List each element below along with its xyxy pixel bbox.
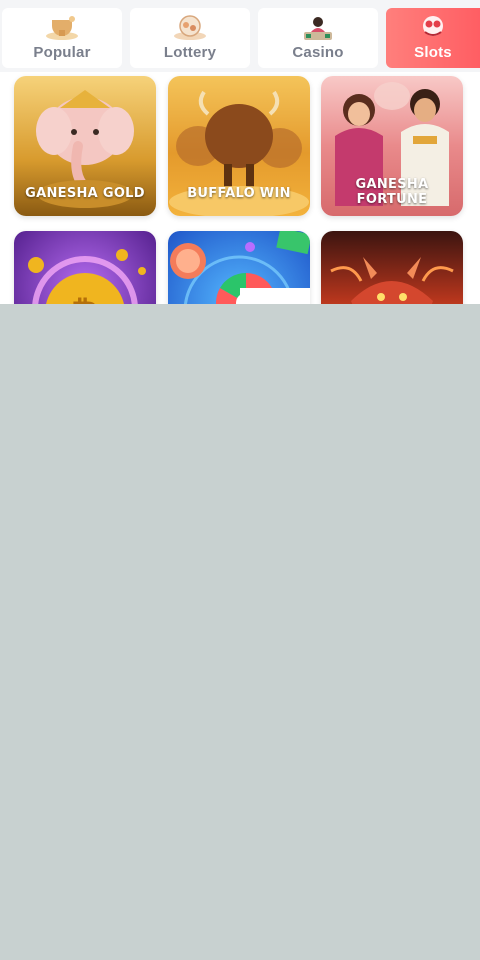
game-title-ganesha-gold: GANESHA GOLD bbox=[25, 186, 145, 201]
trophy-icon bbox=[46, 16, 78, 40]
overlay-fragment bbox=[240, 288, 310, 304]
tab-lottery[interactable]: Lottery bbox=[130, 8, 250, 68]
game-card-crypto-gold[interactable]: ₿ bbox=[14, 231, 156, 304]
game-list-area: Popular Lottery Casino Slots GANESHA GOL… bbox=[0, 0, 480, 304]
game-title-buffalo-win: BUFFALO WIN bbox=[187, 186, 291, 201]
tab-slots-label: Slots bbox=[414, 44, 452, 61]
tab-casino[interactable]: Casino bbox=[258, 8, 378, 68]
tab-popular[interactable]: Popular bbox=[2, 8, 122, 68]
game-title-ganesha-fortune: GANESHA FORTUNE bbox=[321, 177, 463, 207]
lottery-balls-icon bbox=[174, 15, 206, 40]
game-title-ganesha-fortune-line2: FORTUNE bbox=[356, 192, 428, 207]
game-card-ganesha-gold[interactable]: GANESHA GOLD bbox=[14, 76, 156, 216]
page: Popular Lottery Casino Slots GANESHA GOL… bbox=[0, 0, 480, 960]
slots-icon bbox=[423, 16, 443, 36]
game-title-ganesha-fortune-line1: GANESHA bbox=[355, 177, 429, 192]
tab-slots[interactable]: Slots bbox=[386, 8, 480, 68]
blank-overlay-area bbox=[0, 304, 480, 960]
tab-popular-label: Popular bbox=[33, 44, 91, 61]
svg-text:₿: ₿ bbox=[71, 294, 99, 304]
game-card-ganesha-fortune[interactable]: GANESHA FORTUNE bbox=[321, 76, 463, 216]
tab-casino-label: Casino bbox=[292, 44, 344, 61]
game-card-buffalo-win[interactable]: BUFFALO WIN bbox=[168, 76, 310, 216]
dragon-artwork bbox=[321, 231, 463, 304]
tab-lottery-label: Lottery bbox=[163, 44, 217, 61]
category-tabs: Popular Lottery Casino Slots bbox=[0, 0, 480, 72]
crypto-coin-artwork: ₿ bbox=[14, 231, 156, 304]
game-card-dragon[interactable] bbox=[321, 231, 463, 304]
casino-dealer-icon bbox=[304, 17, 332, 40]
